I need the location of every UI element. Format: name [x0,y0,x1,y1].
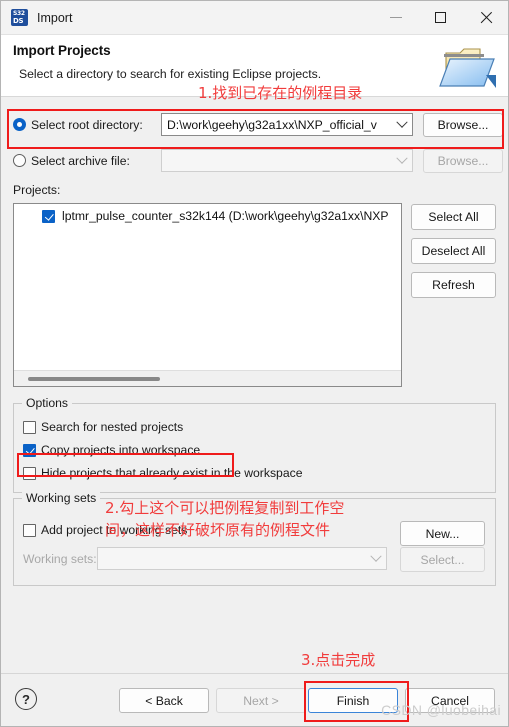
dialog-footer: ? < Back Next > Finish Cancel [1,673,508,726]
maximize-icon [435,11,446,23]
archive-file-combo[interactable] [161,149,413,172]
working-sets-field-label: Working sets: [23,552,97,566]
close-button[interactable] [463,1,508,33]
annotation-step3: 3.点击完成 [301,651,376,669]
copy-projects-checkbox[interactable] [23,443,36,457]
minimize-button[interactable] [373,1,418,33]
horizontal-scrollbar[interactable] [14,370,401,386]
annotation-step2-line1: 2.勾上这个可以把例程复制到工作空 [105,499,345,517]
chevron-down-icon-archive[interactable] [392,150,412,171]
chevron-down-icon-working-sets[interactable] [366,548,386,569]
search-nested-projects-row[interactable]: Search for nested projects [23,420,183,434]
watermark: CSDN @luobeihai [381,702,501,718]
search-nested-projects-label: Search for nested projects [41,420,184,434]
deselect-all-button[interactable]: Deselect All [411,238,496,264]
window-controls [373,1,508,33]
annotation-step2-line2: 间，这样不好破坏原有的例程文件 [105,521,331,539]
hide-existing-projects-row[interactable]: Hide projects that already exist in the … [23,466,302,480]
select-all-button[interactable]: Select All [411,204,496,230]
page-title: Import Projects [13,43,111,58]
window-title: Import [37,10,73,25]
projects-list[interactable]: lptmr_pulse_counter_s32k144 (D:\work\gee… [13,203,402,387]
select-root-directory-label: Select root directory: [31,117,143,132]
minimize-icon [389,16,402,18]
root-directory-value: D:\work\geehy\g32a1xx\NXP_official_v [167,117,377,132]
chevron-down-icon[interactable] [392,114,412,135]
select-root-directory-radio[interactable] [13,118,26,131]
projects-label: Projects: [13,183,61,197]
refresh-button[interactable]: Refresh [411,272,496,298]
hide-existing-projects-checkbox[interactable] [23,466,36,480]
next-button: Next > [216,688,306,713]
browse-root-button[interactable]: Browse... [423,112,503,137]
help-icon[interactable]: ? [15,688,37,710]
select-archive-file-radio[interactable] [13,154,26,167]
import-folder-icon [438,41,498,93]
import-dialog: S32 DS Import Import Projects Select a d… [0,0,509,727]
archive-file-row: Select archive file: Browse... [13,148,503,173]
root-directory-combo[interactable]: D:\work\geehy\g32a1xx\NXP_official_v [161,113,413,136]
horizontal-scrollbar-thumb[interactable] [28,377,160,381]
project-checkbox[interactable] [42,209,55,223]
new-working-set-button[interactable]: New... [400,521,485,546]
back-button[interactable]: < Back [119,688,209,713]
close-icon [479,11,492,24]
working-sets-group-title: Working sets [22,491,101,505]
annotation-step1: 1.找到已存在的例程目录 [198,84,363,102]
select-archive-file-label: Select archive file: [31,153,130,168]
copy-projects-row[interactable]: Copy projects into workspace [23,443,200,457]
root-directory-row: Select root directory: D:\work\geehy\g32… [13,112,503,137]
browse-archive-button: Browse... [423,148,503,173]
select-working-set-button: Select... [400,547,485,572]
project-label: lptmr_pulse_counter_s32k144 (D:\work\gee… [62,209,389,223]
working-sets-combo[interactable] [97,547,387,570]
page-subtitle: Select a directory to search for existin… [19,67,322,81]
copy-projects-label: Copy projects into workspace [41,443,201,457]
list-item[interactable]: lptmr_pulse_counter_s32k144 (D:\work\gee… [14,204,401,223]
s32ds-icon: S32 DS [11,9,28,26]
title-bar: S32 DS Import [1,1,508,35]
search-nested-projects-checkbox[interactable] [23,420,36,434]
add-project-working-sets-checkbox[interactable] [23,523,36,537]
dialog-body: Select root directory: D:\work\geehy\g32… [1,97,508,673]
s32ds-icon-line2: DS [13,16,24,25]
hide-existing-projects-label: Hide projects that already exist in the … [41,466,303,480]
maximize-button[interactable] [418,1,463,33]
options-group-title: Options [22,396,73,410]
